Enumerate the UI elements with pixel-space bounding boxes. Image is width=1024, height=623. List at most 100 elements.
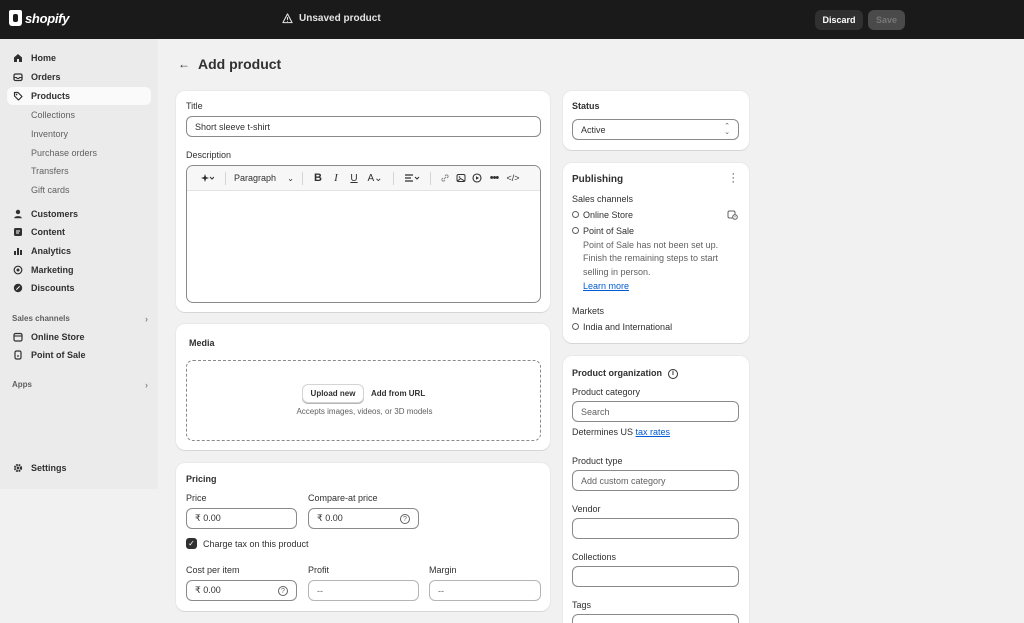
sidebar-item-marketing[interactable]: Marketing <box>7 261 151 279</box>
chevron-right-icon: › <box>145 380 148 390</box>
product-type-input[interactable]: Add custom category <box>572 470 739 491</box>
italic-icon[interactable]: I <box>327 166 345 191</box>
product-category-label: Product category <box>572 387 641 397</box>
compare-at-price-input[interactable]: ₹ 0.00 ? <box>308 508 419 529</box>
align-icon[interactable] <box>400 166 424 191</box>
tax-rates-link[interactable]: tax rates <box>636 427 671 437</box>
pos-note-line-3: selling in person. <box>583 267 651 277</box>
save-button[interactable]: Save <box>868 10 905 30</box>
determines-tax-note: Determines US tax rates <box>572 427 670 437</box>
help-icon[interactable]: ? <box>400 514 410 524</box>
collections-input[interactable] <box>572 566 739 587</box>
sidebar-label-discounts: Discounts <box>31 283 75 293</box>
upload-new-button[interactable]: Upload new <box>302 384 364 403</box>
sidebar-item-products[interactable]: Products <box>7 87 151 105</box>
learn-more-link[interactable]: Learn more <box>583 281 629 291</box>
sales-channels-label: Sales channels <box>572 194 634 204</box>
shopify-logo[interactable]: shopify <box>9 10 69 26</box>
discard-button[interactable]: Discard <box>815 10 863 30</box>
add-from-url-link[interactable]: Add from URL <box>371 389 425 398</box>
help-icon[interactable]: ? <box>278 586 288 596</box>
price-value: ₹ 0.00 <box>195 513 221 523</box>
bold-icon[interactable]: B <box>309 166 327 191</box>
video-icon[interactable] <box>469 166 485 191</box>
sidebar-item-online-store[interactable]: Online Store <box>7 328 151 346</box>
title-description-card: Title Short sleeve t-shirt Description P… <box>176 91 550 312</box>
magic-icon[interactable] <box>195 166 219 191</box>
more-vertical-icon[interactable]: · · · <box>731 169 735 188</box>
bar-chart-icon <box>13 246 23 256</box>
code-icon[interactable]: </> <box>503 166 523 191</box>
cost-per-item-input[interactable]: ₹ 0.00 ? <box>186 580 297 601</box>
sidebar-sub-collections[interactable]: Collections <box>31 110 75 120</box>
vendor-input[interactable] <box>572 518 739 539</box>
sidebar-item-home[interactable]: Home <box>7 49 151 67</box>
media-dropzone[interactable]: Upload new Add from URL Accepts images, … <box>186 360 541 441</box>
logo-text: shopify <box>25 10 70 26</box>
paragraph-label: Paragraph <box>234 173 277 183</box>
back-arrow-icon[interactable]: ← <box>178 57 190 71</box>
sidebar-sub-purchase-orders[interactable]: Purchase orders <box>31 148 97 158</box>
info-icon[interactable]: i <box>668 368 678 379</box>
unsaved-indicator: Unsaved product <box>282 13 381 24</box>
sidebar-sub-inventory[interactable]: Inventory <box>31 129 68 139</box>
pricing-card: Pricing Price ₹ 0.00 Compare-at price ₹ … <box>176 463 550 611</box>
status-select[interactable]: Active ⌃ ⌄ <box>572 119 739 140</box>
product-category-input[interactable]: Search <box>572 401 739 422</box>
store-icon <box>13 332 23 342</box>
product-organization-label: Product organization i <box>572 368 678 379</box>
link-icon[interactable] <box>437 166 453 191</box>
person-icon <box>13 209 23 219</box>
sidebar-sub-gift-cards[interactable]: Gift cards <box>31 185 70 195</box>
sidebar-item-settings[interactable]: Settings <box>7 459 151 477</box>
sidebar-item-customers[interactable]: Customers <box>7 205 151 223</box>
margin-field: -- <box>429 580 541 601</box>
profit-value: -- <box>317 585 323 596</box>
tags-input[interactable] <box>572 614 739 623</box>
pos-note-line-2: Finish the remaining steps to start <box>583 253 719 263</box>
underline-icon[interactable]: U <box>345 166 363 191</box>
tag-icon <box>13 91 23 101</box>
online-store-radio[interactable] <box>572 211 579 218</box>
vendor-label: Vendor <box>572 504 601 514</box>
sidebar-label-content: Content <box>31 227 65 237</box>
sidebar-item-discounts[interactable]: Discounts <box>7 279 151 297</box>
sidebar-label-point-of-sale: Point of Sale <box>31 350 86 360</box>
image-icon[interactable] <box>453 166 469 191</box>
sidebar-item-content[interactable]: Content <box>7 223 151 241</box>
margin-label: Margin <box>429 565 457 575</box>
discount-icon <box>13 283 23 293</box>
sidebar-item-point-of-sale[interactable]: Point of Sale <box>7 346 151 364</box>
online-store-label: Online Store <box>583 210 634 220</box>
point-of-sale-radio[interactable] <box>572 227 579 234</box>
accepts-hint: Accepts images, videos, or 3D models <box>296 407 433 416</box>
chevron-right-icon: › <box>145 314 148 324</box>
status-value: Active <box>581 124 606 135</box>
target-icon <box>13 265 23 275</box>
market-value: India and International <box>583 322 673 332</box>
sales-channels-label: Sales channels <box>12 314 70 323</box>
more-icon[interactable]: ••• <box>485 166 503 191</box>
price-input[interactable]: ₹ 0.00 <box>186 508 297 529</box>
pricing-label: Pricing <box>186 474 217 484</box>
title-input[interactable]: Short sleeve t-shirt <box>186 116 541 137</box>
sidebar-sub-transfers[interactable]: Transfers <box>31 166 69 176</box>
publishing-card: Publishing · · · Sales channels Online Sto… <box>563 163 749 343</box>
sales-channels-section[interactable]: Sales channels › <box>12 314 148 324</box>
paragraph-select[interactable]: Paragraph ⌄ <box>232 166 296 191</box>
apps-section[interactable]: Apps › <box>12 380 148 390</box>
calendar-icon[interactable] <box>727 209 738 222</box>
sidebar-label-customers: Customers <box>31 209 79 219</box>
sidebar-item-orders[interactable]: Orders <box>7 68 151 86</box>
status-label: Status <box>572 101 600 111</box>
sidebar-label-marketing: Marketing <box>31 265 74 275</box>
charge-tax-checkbox[interactable]: ✓ <box>186 538 197 549</box>
cost-per-item-value: ₹ 0.00 <box>195 585 221 595</box>
product-organization-card: Product organization i Product category S… <box>563 356 749 623</box>
sidebar-item-analytics[interactable]: Analytics <box>7 242 151 260</box>
markets-label: Markets <box>572 306 605 316</box>
text-color-icon[interactable]: A⌄ <box>363 166 387 191</box>
market-radio[interactable] <box>572 323 579 330</box>
publishing-label: Publishing <box>572 174 624 185</box>
description-editor[interactable]: Paragraph ⌄ B I U A⌄ ••• </> <box>186 165 541 303</box>
